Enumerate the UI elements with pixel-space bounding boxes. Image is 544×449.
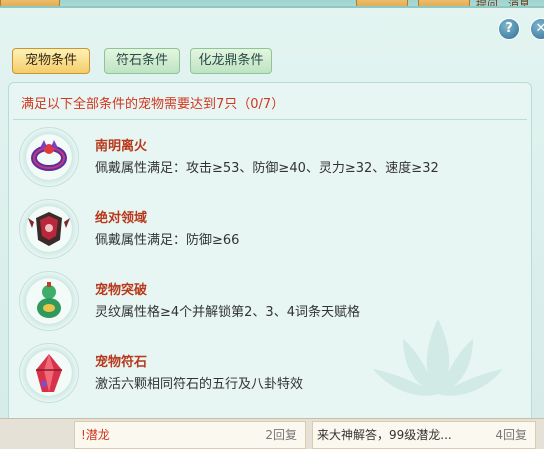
feed-left-text: !潜龙 — [81, 428, 110, 442]
feed-right-reply: 4回复 — [495, 428, 527, 442]
condition-name: 宠物符石 — [95, 355, 148, 370]
condition-desc: 灵纹属性格≥4个并解锁第2、3、4词条天赋格 — [95, 305, 360, 320]
condition-item: 宠物符石 激活六颗相同符石的五行及八卦特效 — [19, 343, 519, 407]
conditions-list: 满足以下全部条件的宠物需要达到7只（0/7） 南明离火 佩戴属性满足：攻击≥53… — [8, 82, 532, 430]
condition-desc: 佩戴属性满足：攻击≥53、防御≥40、灵力≥32、速度≥32 — [95, 161, 439, 176]
feed-left-reply: 2回复 — [265, 428, 297, 442]
feed-item-left[interactable]: !潜龙 2回复 — [74, 421, 306, 449]
condition-item: 绝对领域 佩戴属性满足：防御≥66 — [19, 199, 519, 263]
condition-name: 绝对领域 — [95, 211, 148, 226]
bottom-feed: !潜龙 2回复 来大神解答，99级潜龙... 4回复 — [0, 418, 544, 449]
close-icon: ✕ — [535, 21, 544, 36]
tab-dragon-cauldron-conditions[interactable]: 化龙鼎条件 — [190, 48, 272, 74]
divider — [13, 119, 527, 120]
condition-item: 宠物突破 灵纹属性格≥4个并解锁第2、3、4词条天赋格 — [19, 271, 519, 335]
close-button[interactable]: ✕ — [530, 18, 544, 40]
ring-icon[interactable] — [19, 127, 79, 187]
tab-pet-conditions[interactable]: 宠物条件 — [12, 48, 90, 74]
help-button[interactable]: ? — [498, 18, 520, 40]
condition-name: 宠物突破 — [95, 283, 148, 298]
condition-desc: 激活六颗相同符石的五行及八卦特效 — [95, 377, 304, 392]
feed-right-text: 来大神解答，99级潜龙... — [317, 428, 452, 442]
requirement-text: 满足以下全部条件的宠物需要达到7只（0/7） — [21, 97, 285, 112]
feed-item-right[interactable]: 来大神解答，99级潜龙... 4回复 — [312, 421, 536, 449]
armor-icon[interactable] — [19, 199, 79, 259]
gourd-icon[interactable] — [19, 271, 79, 331]
pet-conditions-panel: ? ✕ 宠物条件 符石条件 化龙鼎条件 满足以下全部条件的宠物需要达到7只（0/… — [0, 6, 544, 430]
condition-desc: 佩戴属性满足：防御≥66 — [95, 233, 240, 248]
condition-name: 南明离火 — [95, 139, 148, 154]
condition-item: 南明离火 佩戴属性满足：攻击≥53、防御≥40、灵力≥32、速度≥32 — [19, 127, 519, 191]
crystal-icon[interactable] — [19, 343, 79, 403]
tab-rune-conditions[interactable]: 符石条件 — [104, 48, 180, 74]
